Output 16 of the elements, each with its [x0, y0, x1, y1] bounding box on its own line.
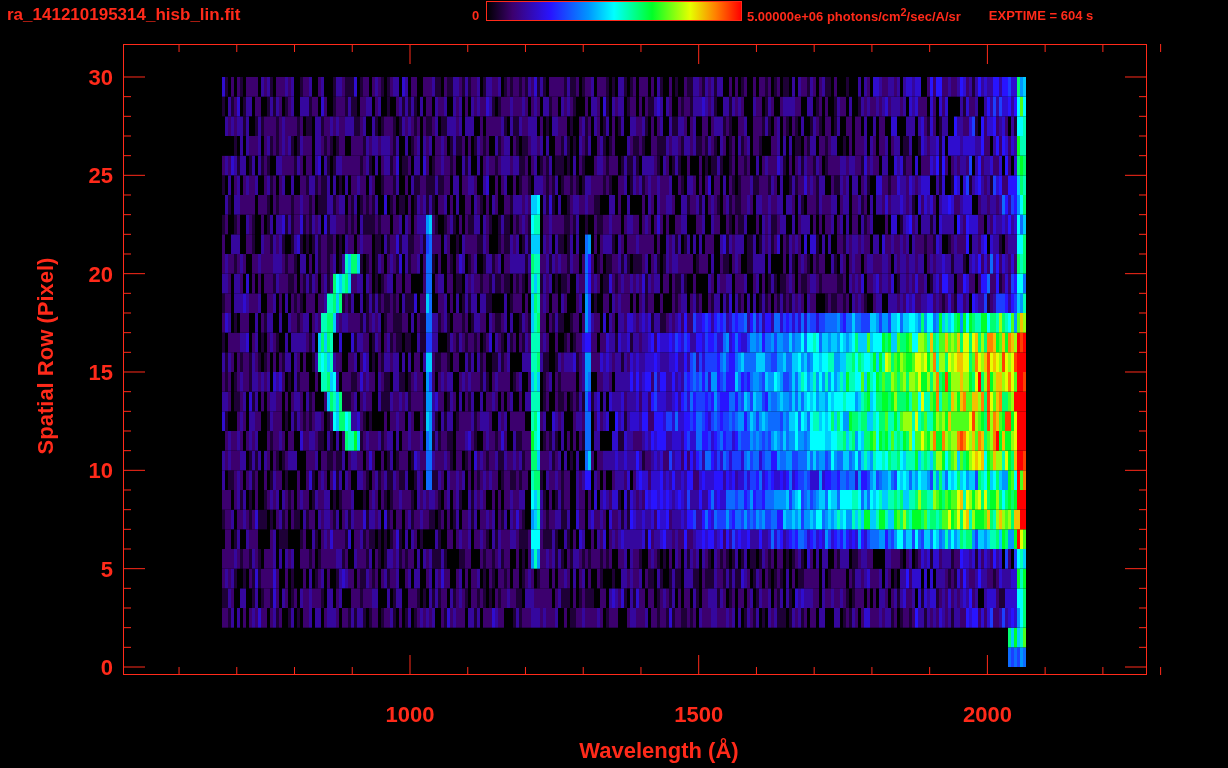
y-tick-label: 10 [88, 458, 113, 484]
colorbar-min-label: 0 [472, 7, 481, 23]
y-tick-label: 25 [88, 163, 113, 189]
x-axis-label: Wavelength (Å) [579, 738, 739, 763]
file-title: ra_141210195314_hisb_lin.fit [7, 5, 242, 25]
y-tick-label: 20 [88, 261, 113, 287]
y-tick-label: 0 [100, 655, 113, 680]
y-axis-label: Spatial Row (Pixel) [33, 257, 58, 455]
y-tick-label: 30 [88, 65, 113, 90]
exposure-time: EXPTIME = 604 s [988, 7, 1094, 23]
colorbar-max-label: 5.00000e+06 photons/cm$^{2}$/sec/A/sr [747, 5, 961, 25]
x-tick-label: 2000 [962, 702, 1012, 727]
x-tick-label: 1000 [385, 702, 435, 727]
y-tick-label: 5 [100, 556, 113, 582]
x-tick-label: 1500 [674, 702, 724, 727]
y-tick-label: 15 [88, 360, 113, 385]
